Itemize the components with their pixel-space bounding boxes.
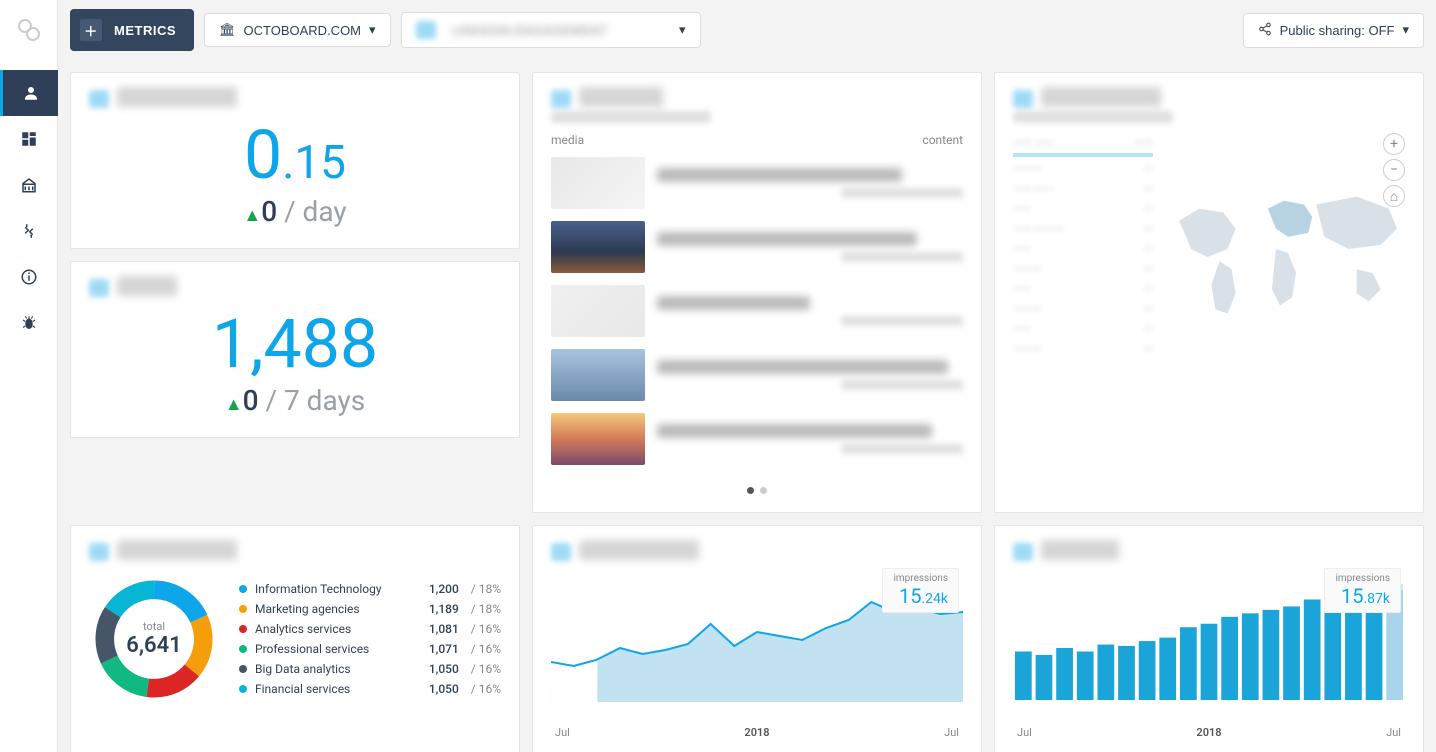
clicks-delta: 0 xyxy=(243,384,259,417)
sidebar xyxy=(0,0,58,752)
donut-total-label: total xyxy=(143,620,165,633)
sidebar-item-debug[interactable] xyxy=(0,300,58,346)
sidebar-item-org[interactable] xyxy=(0,162,58,208)
followers-by-industry-card: total6,641 Information Technology1,200/ … xyxy=(70,525,520,752)
sharing-label: Public sharing: OFF xyxy=(1280,23,1395,38)
dashboard-selector[interactable]: LINKEDIN ENGAGEMENT ▾ xyxy=(401,12,701,48)
latest-posts-card: media content xyxy=(532,72,982,513)
sidebar-item-account[interactable] xyxy=(0,70,58,116)
legend-row: Financial services1,050/ 16% xyxy=(239,679,501,699)
linkedin-icon xyxy=(551,543,571,561)
donut-total-value: 6,641 xyxy=(126,633,181,658)
share-icon xyxy=(1258,22,1272,39)
post-row[interactable] xyxy=(551,279,963,343)
clicks-card: 1,488 ▲0 / 7 days xyxy=(70,261,520,438)
chart-value-badge: impressions 15.24k xyxy=(882,568,959,613)
app-logo xyxy=(9,10,49,50)
legend-row: Big Data analytics1,050/ 16% xyxy=(239,659,501,679)
linkedin-icon xyxy=(89,90,109,108)
engagement-rate-value: 0.15 xyxy=(89,121,501,189)
linkedin-icon xyxy=(89,279,109,297)
card-subtitle xyxy=(551,111,711,123)
post-thumbnail xyxy=(551,221,645,273)
page-dot[interactable] xyxy=(747,487,754,494)
card-title xyxy=(579,540,779,560)
chevron-down-icon: ▾ xyxy=(1402,22,1409,38)
col-content: content xyxy=(922,133,963,147)
page-dot[interactable] xyxy=(760,487,767,494)
chart-value-badge: impressions 15.87k xyxy=(1324,568,1401,613)
zoom-reset-button[interactable]: ⌂ xyxy=(1383,185,1405,207)
post-row[interactable] xyxy=(551,151,963,215)
legend-row: Information Technology1,200/ 18% xyxy=(239,579,501,599)
card-title xyxy=(117,540,317,560)
linkedin-icon xyxy=(1013,543,1033,561)
linkedin-icon xyxy=(551,90,571,108)
legend-row: Marketing agencies1,189/ 18% xyxy=(239,599,501,619)
card-subtitle xyxy=(1013,111,1173,123)
impressions-card: impressions 15.87k Jul2018Jul xyxy=(994,525,1424,752)
chevron-down-icon: ▾ xyxy=(369,22,376,38)
site-label: OCTOBOARD.COM xyxy=(244,23,362,38)
org-icon: 🏛 xyxy=(219,22,236,38)
topbar: ＋ METRICS 🏛 OCTOBOARD.COM ▾ LINKEDIN ENG… xyxy=(58,0,1436,60)
followers-by-country-card: —— ———— ———— —— ——— ——— —— ———— ——— ————… xyxy=(994,72,1424,513)
donut-legend: Information Technology1,200/ 18%Marketin… xyxy=(239,579,501,699)
col-media: media xyxy=(551,133,584,147)
card-title xyxy=(117,276,217,296)
chevron-down-icon: ▾ xyxy=(679,22,686,38)
public-sharing-toggle[interactable]: Public sharing: OFF ▾ xyxy=(1243,13,1424,48)
trend-up-icon: ▲ xyxy=(243,205,261,226)
post-thumbnail xyxy=(551,285,645,337)
dashboard-label: LINKEDIN ENGAGEMENT xyxy=(452,23,608,38)
clicks-value: 1,488 xyxy=(89,310,501,378)
add-metrics-label: METRICS xyxy=(114,23,176,38)
legend-row: Analytics services1,081/ 16% xyxy=(239,619,501,639)
add-metrics-button[interactable]: ＋ METRICS xyxy=(70,9,194,51)
engagement-rate-delta: 0 xyxy=(261,195,277,228)
zoom-in-button[interactable]: + xyxy=(1383,133,1405,155)
world-map[interactable]: + − ⌂ xyxy=(1163,133,1405,377)
site-selector[interactable]: 🏛 OCTOBOARD.COM ▾ xyxy=(204,13,391,47)
legend-row: Professional services1,071/ 16% xyxy=(239,639,501,659)
trend-up-icon: ▲ xyxy=(225,394,243,415)
post-row[interactable] xyxy=(551,407,963,471)
post-row[interactable] xyxy=(551,343,963,407)
linkedin-icon xyxy=(1013,90,1033,108)
sidebar-item-integrations[interactable] xyxy=(0,208,58,254)
zoom-out-button[interactable]: − xyxy=(1383,159,1405,181)
post-thumbnail xyxy=(551,157,645,209)
linkedin-icon xyxy=(416,21,436,39)
donut-chart: total6,641 xyxy=(89,574,219,704)
card-title xyxy=(1041,540,1171,560)
engagement-rate-card: 0.15 ▲0 / day xyxy=(70,72,520,249)
card-title xyxy=(1041,87,1241,107)
sidebar-item-info[interactable] xyxy=(0,254,58,300)
linkedin-icon xyxy=(89,543,109,561)
sidebar-item-dashboard[interactable] xyxy=(0,116,58,162)
card-title xyxy=(117,87,317,107)
post-row[interactable] xyxy=(551,215,963,279)
plus-icon: ＋ xyxy=(80,19,102,41)
post-thumbnail xyxy=(551,349,645,401)
organic-impressions-card: impressions 15.24k Jul2018Jul xyxy=(532,525,982,752)
post-thumbnail xyxy=(551,413,645,465)
card-title xyxy=(579,87,719,107)
